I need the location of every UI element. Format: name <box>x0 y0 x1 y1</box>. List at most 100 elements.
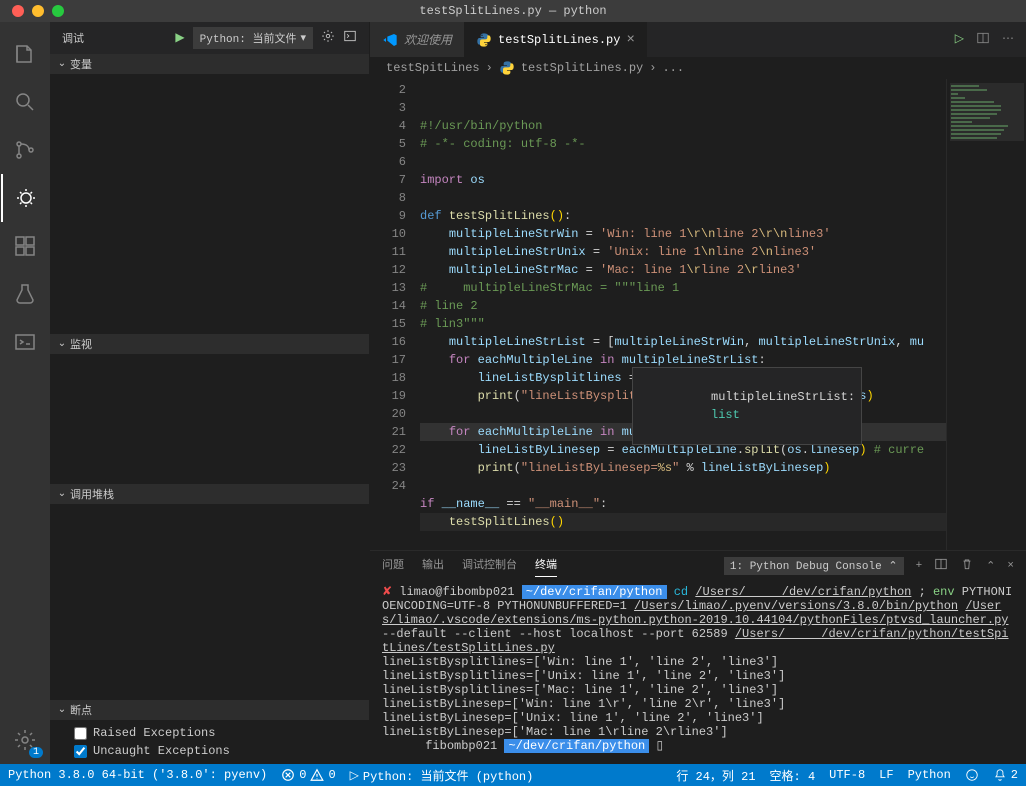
section-breakpoints-label: 断点 <box>70 702 92 718</box>
variables-body <box>50 74 369 334</box>
sb-python-version[interactable]: Python 3.8.0 64-bit ('3.8.0': pyenv) <box>8 768 267 782</box>
extensions-icon[interactable] <box>1 222 49 270</box>
tab-file[interactable]: testSplitLines.py × <box>464 22 647 57</box>
sb-notification-count: 2 <box>1011 768 1018 782</box>
breakpoint-checkbox[interactable] <box>74 745 87 758</box>
tab-file-label: testSplitLines.py <box>498 33 620 47</box>
chevron-right-icon: › <box>649 61 656 75</box>
sb-error-count: 0 <box>299 768 306 782</box>
terminal-selector[interactable]: 1: Python Debug Console ⌃ <box>724 557 904 575</box>
tooltip-type: list <box>711 408 740 422</box>
new-terminal-icon[interactable]: + <box>916 560 923 572</box>
breadcrumb-more: ... <box>662 61 684 75</box>
breadcrumb[interactable]: testSpitLines › testSplitLines.py › ... <box>370 57 1026 79</box>
python-file-icon <box>499 60 515 76</box>
section-breakpoints[interactable]: ⌄ 断点 <box>50 700 369 720</box>
section-variables-label: 变量 <box>70 56 92 72</box>
run-file-button[interactable]: ▷ <box>955 31 964 49</box>
test-icon[interactable] <box>1 270 49 318</box>
bell-icon <box>993 768 1007 782</box>
sb-errors[interactable]: 0 0 <box>281 768 335 782</box>
close-panel-icon[interactable]: × <box>1007 560 1014 572</box>
tooltip-var: multipleLineStrList: <box>711 390 855 404</box>
editor-area: 欢迎使用 testSplitLines.py × ▷ ⋯ testSpitLin… <box>370 22 1026 764</box>
debug-config-label: Python: 当前文件 <box>200 30 297 46</box>
panel-tab-debug[interactable]: 调试控制台 <box>462 556 517 576</box>
line-number-gutter: 23456789101112131415161718192021222324 <box>370 79 420 550</box>
debug-icon[interactable] <box>1 174 49 222</box>
maximize-panel-icon[interactable]: ⌃ <box>986 559 995 573</box>
gear-icon[interactable] <box>321 29 335 47</box>
breakpoint-checkbox[interactable] <box>74 727 87 740</box>
panel-tab-terminal[interactable]: 终端 <box>535 556 557 577</box>
section-watch-label: 监视 <box>70 336 92 352</box>
code-content[interactable]: #!/usr/bin/python# -*- coding: utf-8 -*-… <box>420 79 946 550</box>
vscode-icon <box>382 32 398 48</box>
tab-welcome[interactable]: 欢迎使用 <box>370 22 464 57</box>
panel-tab-output[interactable]: 输出 <box>422 556 444 576</box>
error-icon <box>281 768 295 782</box>
maximize-window-button[interactable] <box>52 5 64 17</box>
sidebar-title: 调试 <box>62 30 84 46</box>
source-control-icon[interactable] <box>1 126 49 174</box>
titlebar: testSplitLines.py — python <box>0 0 1026 22</box>
warning-icon <box>310 768 324 782</box>
chevron-right-icon: › <box>486 61 493 75</box>
settings-badge: 1 <box>29 747 43 758</box>
minimap[interactable] <box>946 79 1026 550</box>
terminal-selector-label: 1: Python Debug Console <box>730 561 882 573</box>
panel-tab-problems[interactable]: 问题 <box>382 556 404 576</box>
editor-tabs: 欢迎使用 testSplitLines.py × ▷ ⋯ <box>370 22 1026 57</box>
sidebar-header: 调试 ▶ Python: 当前文件 ▾ <box>50 22 369 54</box>
breakpoint-label: Uncaught Exceptions <box>93 744 230 758</box>
sb-eol[interactable]: LF <box>879 768 893 782</box>
breakpoint-item[interactable]: Uncaught Exceptions <box>50 742 369 760</box>
close-tab-icon[interactable]: × <box>626 32 634 48</box>
sb-spaces[interactable]: 空格: 4 <box>770 767 816 784</box>
chevron-down-icon: ⌄ <box>54 488 70 500</box>
watch-body <box>50 354 369 484</box>
sb-debug-label: Python: 当前文件 (python) <box>363 767 533 784</box>
sb-encoding[interactable]: UTF-8 <box>829 768 865 782</box>
minimize-window-button[interactable] <box>32 5 44 17</box>
chevron-down-icon: ▾ <box>300 31 306 45</box>
explorer-icon[interactable] <box>1 30 49 78</box>
minimap-lines <box>951 85 1022 141</box>
statusbar: Python 3.8.0 64-bit ('3.8.0': pyenv) 0 0… <box>0 764 1026 786</box>
debug-console-icon[interactable] <box>343 29 357 47</box>
split-editor-icon[interactable] <box>976 31 990 49</box>
bottom-panel: 问题 输出 调试控制台 终端 1: Python Debug Console ⌃… <box>370 550 1026 764</box>
debug-config-selector[interactable]: Python: 当前文件 ▾ <box>193 27 313 49</box>
section-variables[interactable]: ⌄ 变量 <box>50 54 369 74</box>
chevron-down-icon: ⌄ <box>54 704 70 716</box>
hover-tooltip: multipleLineStrList: list <box>632 367 862 445</box>
section-watch[interactable]: ⌄ 监视 <box>50 334 369 354</box>
sb-line-col[interactable]: 行 24，列 21 <box>676 767 755 784</box>
sb-warning-count: 0 <box>328 768 335 782</box>
close-window-button[interactable] <box>12 5 24 17</box>
window-title: testSplitLines.py — python <box>419 4 606 18</box>
more-icon[interactable]: ⋯ <box>1002 31 1014 49</box>
sb-notifications[interactable]: 2 <box>993 768 1018 782</box>
start-debug-button[interactable]: ▶ <box>175 30 184 45</box>
sb-feedback-icon[interactable] <box>965 768 979 782</box>
section-callstack-label: 调用堆栈 <box>70 486 114 502</box>
breakpoints-body: Raised Exceptions Uncaught Exceptions <box>50 720 369 764</box>
kill-terminal-icon[interactable] <box>960 557 974 575</box>
search-icon[interactable] <box>1 78 49 126</box>
section-callstack[interactable]: ⌄ 调用堆栈 <box>50 484 369 504</box>
sb-language[interactable]: Python <box>908 768 951 782</box>
sb-debug-config[interactable]: ▷ Python: 当前文件 (python) <box>350 767 534 784</box>
editor-body[interactable]: 23456789101112131415161718192021222324 #… <box>370 79 1026 550</box>
chevron-down-icon: ⌄ <box>54 338 70 350</box>
breadcrumb-file: testSplitLines.py <box>521 61 643 75</box>
terminal-content[interactable]: ✘ limao@fibombp021 ~/dev/crifan/python c… <box>370 581 1026 764</box>
settings-gear-icon[interactable]: 1 <box>1 716 49 764</box>
terminal-shortcut-icon[interactable] <box>1 318 49 366</box>
debug-sidebar: 调试 ▶ Python: 当前文件 ▾ ⌄ 变量 ⌄ 监视 <box>50 22 370 764</box>
split-terminal-icon[interactable] <box>934 557 948 575</box>
chevron-down-icon: ⌄ <box>54 58 70 70</box>
breakpoint-label: Raised Exceptions <box>93 726 215 740</box>
breakpoint-item[interactable]: Raised Exceptions <box>50 724 369 742</box>
callstack-body <box>50 504 369 700</box>
